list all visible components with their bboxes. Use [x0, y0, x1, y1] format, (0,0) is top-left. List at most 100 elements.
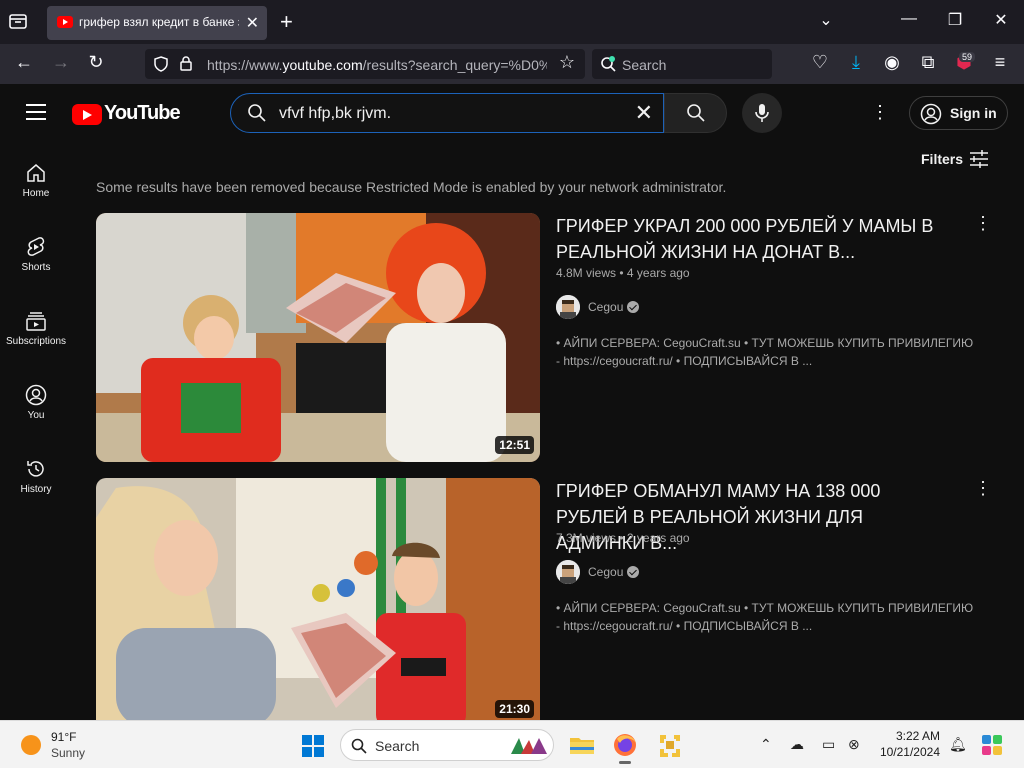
video-action-menu-icon[interactable]: ⋮: [974, 213, 992, 234]
show-hidden-icons-icon[interactable]: ⌃: [760, 736, 772, 753]
search-highlight-icon: [511, 738, 547, 754]
taskbar-search-label: Search: [375, 738, 420, 754]
web-search-placeholder: Search: [622, 57, 667, 73]
weather-temperature[interactable]: 91°F: [51, 730, 76, 744]
pocket-icon[interactable]: ♡: [808, 52, 832, 73]
clock-date[interactable]: 10/21/2024: [870, 745, 940, 759]
start-button-icon[interactable]: [302, 735, 324, 757]
guide-menu-icon[interactable]: [26, 104, 46, 120]
sign-in-button[interactable]: Sign in: [909, 96, 1008, 130]
guide-item-history[interactable]: History: [0, 458, 72, 495]
youtube-logo-icon[interactable]: [72, 104, 102, 125]
display-icon[interactable]: ▭: [822, 736, 835, 753]
video-thumbnail[interactable]: 21:30: [96, 478, 540, 720]
video-result: 12:51 ГРИФЕР УКРАЛ 200 000 РУБЛЕЙ У МАМЫ…: [96, 213, 996, 463]
subscriptions-icon: [26, 312, 46, 331]
channel-name[interactable]: Cegou: [588, 565, 623, 579]
video-description: • АЙПИ СЕРВЕРА: CegouCraft.su • ТУТ МОЖЕ…: [556, 601, 974, 633]
verified-badge-icon: [627, 301, 639, 313]
back-icon[interactable]: ←: [12, 52, 36, 73]
youtube-favicon-icon: [57, 16, 73, 28]
youtube-header: YouTube vfvf hfp,bk rjvm. ✕ ⋮ Sign in: [0, 84, 1024, 142]
shorts-icon: [27, 237, 45, 256]
video-title[interactable]: ГРИФЕР УКРАЛ 200 000 РУБЛЕЙ У МАМЫ В РЕА…: [556, 213, 956, 265]
guide-label: Home: [22, 188, 50, 199]
account-icon[interactable]: ◉: [880, 52, 904, 73]
forward-icon[interactable]: →: [49, 52, 73, 73]
home-icon: [27, 164, 45, 182]
app-menu-icon[interactable]: ≡: [988, 52, 1012, 73]
guide-item-you[interactable]: You: [0, 384, 72, 421]
video-action-menu-icon[interactable]: ⋮: [974, 478, 992, 499]
weather-sun-icon[interactable]: [21, 735, 41, 755]
restricted-mode-notice: Some results have been removed because R…: [96, 179, 727, 195]
search-icon: [351, 738, 367, 754]
restore-icon[interactable]: ❐: [943, 10, 967, 30]
firefox-icon[interactable]: [611, 731, 639, 764]
app-icon[interactable]: [656, 731, 684, 759]
channel-avatar[interactable]: [556, 295, 580, 319]
minimize-icon[interactable]: —: [897, 10, 921, 28]
video-result: 21:30 ГРИФЕР ОБМАНУЛ МАМУ НА 138 000 РУБ…: [96, 478, 996, 728]
clock-time[interactable]: 3:22 AM: [880, 729, 940, 743]
channel-name[interactable]: Cegou: [588, 300, 623, 314]
copilot-icon[interactable]: [980, 733, 1004, 757]
close-window-icon[interactable]: ✕: [989, 10, 1013, 30]
new-tab-icon[interactable]: +: [280, 9, 293, 35]
browser-nav-bar: ← → ↻ https://www.youtube.com/results?se…: [0, 44, 1024, 84]
thumbnail-image: [96, 213, 540, 462]
guide-label: Subscriptions: [5, 336, 67, 347]
windows-taskbar: 91°F Sunny Search ⌃ ☁ ▭ ⊗ 3:22 AM 10/21/…: [0, 720, 1024, 768]
network-icon[interactable]: ⊗: [848, 736, 860, 753]
search-query[interactable]: vfvf hfp,bk rjvm.: [279, 105, 391, 123]
active-tab[interactable]: грифер взял кредит в банке за ✕: [47, 6, 267, 40]
microphone-icon: [755, 104, 769, 122]
you-icon: [25, 384, 47, 406]
filters-icon[interactable]: [968, 148, 990, 170]
search-engine-icon: [601, 56, 616, 72]
tab-close-icon[interactable]: ✕: [246, 13, 259, 33]
weather-condition[interactable]: Sunny: [51, 746, 85, 760]
notifications-bell-icon[interactable]: 🔔︎: [949, 736, 967, 753]
thumbnail-image: [96, 478, 540, 720]
guide-item-home[interactable]: Home: [0, 162, 72, 199]
lock-icon[interactable]: [179, 55, 193, 71]
cloud-offline-icon[interactable]: ☁: [790, 736, 804, 753]
guide-item-shorts[interactable]: Shorts: [0, 236, 72, 273]
account-circle-icon: [920, 103, 942, 125]
extensions-icon[interactable]: ⧉: [916, 52, 940, 73]
settings-more-icon[interactable]: ⋮: [870, 102, 890, 123]
guide-label: You: [27, 410, 45, 421]
video-description: • АЙПИ СЕРВЕРА: CegouCraft.su • ТУТ МОЖЕ…: [556, 336, 974, 368]
channel-avatar[interactable]: [556, 560, 580, 584]
list-all-tabs-icon[interactable]: ⌄: [814, 10, 838, 30]
reload-icon[interactable]: ↻: [84, 52, 108, 73]
video-thumbnail[interactable]: 12:51: [96, 213, 540, 462]
search-button[interactable]: [664, 93, 727, 133]
tab-title: грифер взял кредит в банке за: [79, 15, 239, 29]
search-input[interactable]: vfvf hfp,bk rjvm. ✕: [230, 93, 664, 133]
url-text[interactable]: https://www.youtube.com/results?search_q…: [207, 57, 547, 73]
history-icon: [27, 461, 44, 477]
web-search-box[interactable]: Search: [592, 49, 772, 79]
filters-button[interactable]: Filters: [921, 151, 963, 167]
downloads-icon[interactable]: ⤓: [844, 52, 868, 73]
guide-item-subscriptions[interactable]: Subscriptions: [0, 310, 72, 347]
url-bar[interactable]: https://www.youtube.com/results?search_q…: [145, 49, 585, 79]
search-icon: [687, 104, 705, 122]
video-duration: 12:51: [495, 436, 534, 454]
bookmark-star-icon[interactable]: ☆: [559, 52, 575, 73]
clear-search-icon[interactable]: ✕: [635, 100, 653, 126]
browser-tab-bar: грифер взял кредит в банке за ✕ + ⌄ — ❐ …: [0, 0, 1024, 44]
guide-label: Shorts: [21, 262, 51, 273]
tab-list-icon[interactable]: [8, 11, 32, 33]
taskbar-search[interactable]: Search: [340, 729, 554, 761]
video-duration: 21:30: [495, 700, 534, 718]
voice-search-button[interactable]: [742, 93, 782, 133]
shield-icon[interactable]: [153, 56, 169, 72]
youtube-logo-text[interactable]: YouTube: [104, 102, 181, 125]
search-icon: [248, 104, 266, 122]
file-explorer-icon[interactable]: [568, 731, 596, 759]
verified-badge-icon: [627, 566, 639, 578]
sign-in-label: Sign in: [950, 105, 997, 121]
